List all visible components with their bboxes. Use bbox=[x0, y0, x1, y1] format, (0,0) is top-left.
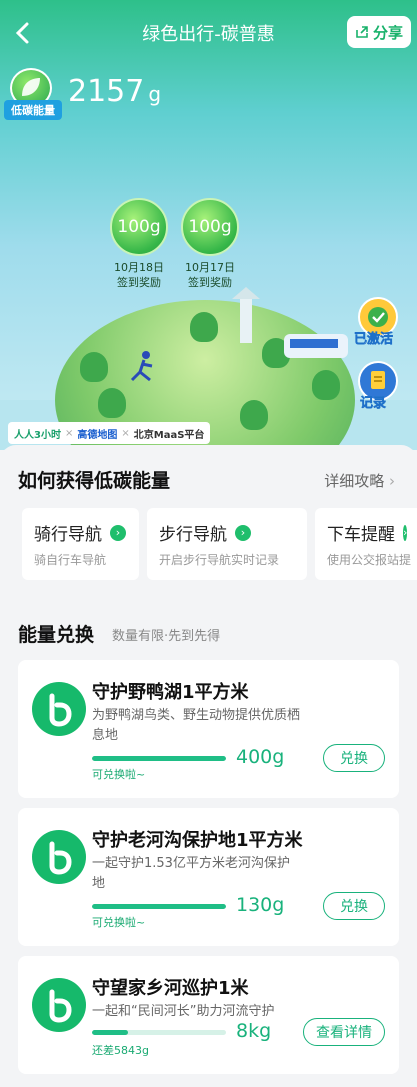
arrow-right-icon: › bbox=[403, 524, 408, 541]
progress-fill bbox=[92, 904, 226, 909]
methods-row: 骑行导航 › 骑自行车导航 步行导航 › 开启步行导航实时记录 下车提醒 › 使用公交… bbox=[22, 508, 417, 580]
chevron-right-icon: › bbox=[389, 472, 395, 490]
method-card-alight-reminder[interactable]: 下车提醒 › 使用公交报站提 bbox=[315, 508, 417, 580]
bubble-date: 10月17日 bbox=[185, 261, 235, 274]
card-description: 一起守护1.53亿平方米老河沟保护地 bbox=[92, 856, 290, 891]
progress-bar bbox=[92, 756, 226, 761]
progress-fill bbox=[92, 1030, 129, 1035]
share-icon bbox=[356, 26, 368, 38]
card-cost: 130g bbox=[236, 894, 285, 916]
exchange-card[interactable]: 守护老河沟保护地1平方米 一起守护1.53亿平方米老河沟保护地 130g 可兑换… bbox=[18, 808, 399, 946]
top-nav: 绿色出行-碳普惠 分享 bbox=[0, 0, 417, 66]
progress-note: 可兑换啦~ bbox=[92, 916, 146, 929]
energy-bubble[interactable]: 100g bbox=[181, 198, 239, 256]
redeem-button[interactable]: 兑换 bbox=[323, 892, 385, 920]
tree-illustration bbox=[240, 400, 268, 430]
energy-value: 2157 bbox=[68, 74, 145, 109]
exchange-card[interactable]: 守护野鸭湖1平方米 为野鸭湖鸟类、野生动物提供优质栖息地 400g 可兑换啦~ … bbox=[18, 660, 399, 798]
card-title: 守护野鸭湖1平方米 bbox=[92, 682, 249, 703]
charity-logo-icon bbox=[32, 830, 86, 884]
progress-note: 还差5843g bbox=[92, 1044, 149, 1057]
method-subtitle: 使用公交报站提 bbox=[327, 553, 412, 567]
card-description: 为野鸭湖鸟类、野生动物提供优质栖息地 bbox=[92, 708, 301, 743]
progress-note: 可兑换啦~ bbox=[92, 768, 146, 781]
progress-bar bbox=[92, 1030, 226, 1035]
pagoda-illustration bbox=[232, 287, 260, 343]
method-subtitle: 开启步行导航实时记录 bbox=[159, 553, 280, 567]
guide-link[interactable]: 详细攻略 › bbox=[324, 470, 395, 491]
card-description: 一起和“民间河长”助力河流守护 bbox=[92, 1004, 275, 1019]
charity-logo-icon bbox=[32, 682, 86, 736]
progress-bar bbox=[92, 904, 226, 909]
progress-fill bbox=[92, 756, 226, 761]
bubble-amount: 100g bbox=[188, 217, 232, 237]
arrow-right-icon: › bbox=[110, 524, 126, 541]
energy-total: 2157 g bbox=[68, 74, 161, 109]
energy-badge[interactable]: 低碳能量 bbox=[4, 68, 62, 120]
activated-label: 已激活 bbox=[354, 332, 394, 348]
bubble-amount: 100g bbox=[117, 217, 161, 237]
exchange-card[interactable]: 守望家乡河巡护1米 一起和“民间河长”助力河流守护 8kg 还差5843g 查看… bbox=[18, 956, 399, 1074]
method-subtitle: 骑自行车导航 bbox=[34, 553, 107, 567]
card-title: 守望家乡河巡护1米 bbox=[92, 978, 249, 999]
redeem-button[interactable]: 兑换 bbox=[323, 744, 385, 772]
share-label: 分享 bbox=[372, 23, 403, 42]
partner-logo: 人人3小时 bbox=[14, 429, 61, 441]
card-cost: 400g bbox=[236, 746, 285, 768]
guide-link-label: 详细攻略 bbox=[324, 472, 385, 490]
charity-logo-icon bbox=[32, 978, 86, 1032]
partner-logo: 高德地图 bbox=[77, 429, 118, 441]
partner-logo: 北京MaaS平台 bbox=[133, 429, 205, 441]
bubble-label: 签到奖励 bbox=[117, 276, 161, 289]
bus-illustration bbox=[284, 334, 348, 358]
bubble-caption: 10月18日 签到奖励 bbox=[99, 260, 179, 290]
runner-illustration bbox=[130, 351, 153, 382]
card-title: 守护老河沟保护地1平方米 bbox=[92, 830, 303, 851]
share-button[interactable]: 分享 bbox=[347, 16, 411, 48]
arrow-right-icon: › bbox=[235, 524, 251, 541]
exchange-subtitle: 数量有限·先到先得 bbox=[112, 629, 221, 644]
separator: × bbox=[64, 427, 74, 439]
method-title: 骑行导航 bbox=[34, 525, 102, 545]
card-cost: 8kg bbox=[236, 1020, 272, 1042]
tree-illustration bbox=[80, 352, 108, 382]
record-label: 记录 bbox=[360, 396, 387, 412]
tree-illustration bbox=[312, 370, 340, 400]
energy-bubble[interactable]: 100g bbox=[110, 198, 168, 256]
badge-label: 低碳能量 bbox=[4, 100, 62, 120]
partner-logos: 人人3小时 × 高德地图 × 北京MaaS平台 bbox=[8, 422, 211, 444]
method-card-walking[interactable]: 步行导航 › 开启步行导航实时记录 bbox=[147, 508, 307, 580]
view-details-button[interactable]: 查看详情 bbox=[303, 1018, 385, 1046]
energy-unit: g bbox=[148, 82, 162, 106]
tree-illustration bbox=[190, 312, 218, 342]
exchange-title: 能量兑换 bbox=[18, 624, 95, 646]
method-title: 步行导航 bbox=[159, 525, 227, 545]
bubble-date: 10月18日 bbox=[114, 261, 164, 274]
tree-illustration bbox=[98, 388, 126, 418]
hero-banner: 绿色出行-碳普惠 分享 低碳能量 2157 g 100g 10月18日 签到奖励 … bbox=[0, 0, 417, 450]
method-card-cycling[interactable]: 骑行导航 › 骑自行车导航 bbox=[22, 508, 139, 580]
how-title: 如何获得低碳能量 bbox=[18, 470, 171, 492]
separator: × bbox=[121, 427, 130, 439]
method-title: 下车提醒 bbox=[327, 525, 395, 545]
